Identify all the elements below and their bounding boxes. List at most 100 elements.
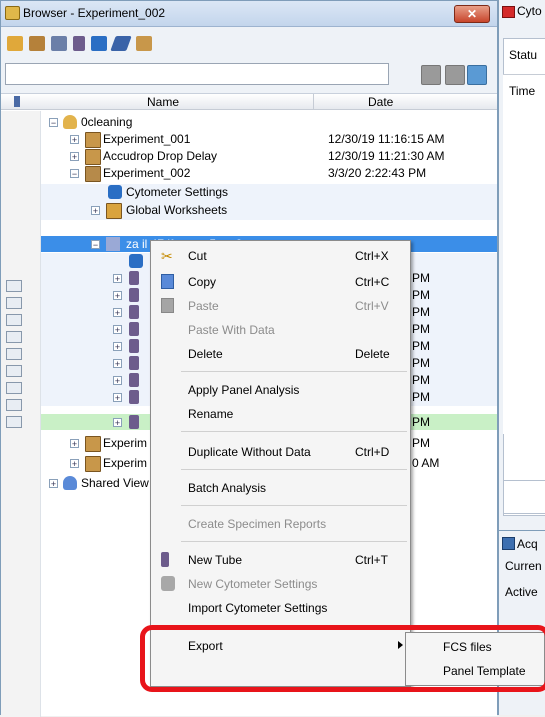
worksheet-icon[interactable] xyxy=(110,36,132,51)
row-status-icon[interactable] xyxy=(6,399,22,411)
menu-item-paste-with-data[interactable]: Paste With Data xyxy=(151,319,410,341)
tube-icon xyxy=(129,271,139,285)
acquisition-icon xyxy=(502,537,515,550)
expand-icon[interactable]: + xyxy=(113,325,122,335)
tube-icon xyxy=(129,415,139,429)
column-chooser-icon[interactable] xyxy=(14,96,20,107)
expand-icon[interactable]: + xyxy=(91,206,100,216)
worksheets-icon xyxy=(106,203,122,219)
row-status-icon[interactable] xyxy=(6,416,22,428)
toolbar xyxy=(1,28,497,58)
active-label: Active xyxy=(505,585,538,599)
new-settings-icon[interactable] xyxy=(91,36,107,51)
menu-item-apply-panel-analysis[interactable]: Apply Panel Analysis xyxy=(151,379,410,401)
scissors-icon: ✂ xyxy=(161,248,173,264)
menu-item-delete[interactable]: Delete Delete xyxy=(151,343,410,365)
experiment-icon xyxy=(85,132,101,148)
menu-separator xyxy=(181,541,407,542)
experiment-icon xyxy=(85,456,101,472)
context-menu: ✂ Cut Ctrl+X Copy Ctrl+C Paste Ctrl+V Pa… xyxy=(150,240,411,687)
cytometer-panel: Cyto Statu Time Acq Curren Active xyxy=(498,0,545,715)
row-status-icon[interactable] xyxy=(6,365,22,377)
filter-icon[interactable] xyxy=(445,65,465,85)
search-bar xyxy=(1,61,497,89)
row-status-icon[interactable] xyxy=(6,314,22,326)
search-input[interactable] xyxy=(5,63,389,85)
search-icon[interactable] xyxy=(421,65,441,85)
expand-icon[interactable]: + xyxy=(49,479,58,489)
collapse-icon[interactable]: − xyxy=(49,118,58,128)
expand-icon[interactable]: + xyxy=(113,274,122,284)
row-status-icon[interactable] xyxy=(6,297,22,309)
menu-separator xyxy=(181,505,407,506)
menu-item-rename[interactable]: Rename xyxy=(151,403,410,425)
expand-icon[interactable]: + xyxy=(70,152,79,162)
row-status-icon[interactable] xyxy=(6,382,22,394)
menu-item-create-specimen-reports[interactable]: Create Specimen Reports xyxy=(151,513,410,535)
expand-icon[interactable]: + xyxy=(70,135,79,145)
status-label: Statu xyxy=(509,48,538,62)
menu-item-copy[interactable]: Copy Ctrl+C xyxy=(151,271,410,293)
expand-icon[interactable]: + xyxy=(113,308,122,318)
column-name[interactable]: Name xyxy=(147,95,179,109)
menu-item-duplicate-without-data[interactable]: Duplicate Without Data Ctrl+D xyxy=(151,441,410,463)
menu-separator xyxy=(181,469,407,470)
tube-icon xyxy=(129,373,139,387)
expand-icon[interactable]: + xyxy=(70,459,79,469)
clear-search-icon[interactable] xyxy=(467,65,487,85)
acquisition-panel-title: Acq xyxy=(517,537,538,551)
cytometer-icon xyxy=(502,6,515,18)
cytometer-settings-icon xyxy=(161,576,175,591)
new-experiment-icon[interactable] xyxy=(29,36,45,51)
menu-item-new-tube[interactable]: New Tube Ctrl+T xyxy=(151,549,410,571)
cytometer-panel-title: Cyto xyxy=(517,4,542,18)
menu-item-paste[interactable]: Paste Ctrl+V xyxy=(151,295,410,317)
close-button[interactable]: ✕ xyxy=(454,5,490,23)
expand-icon[interactable]: + xyxy=(70,439,79,449)
menu-item-new-cytometer-settings[interactable]: New Cytometer Settings xyxy=(151,573,410,595)
expand-icon[interactable]: + xyxy=(113,393,122,403)
export-icon[interactable] xyxy=(136,36,152,51)
new-tube-icon[interactable] xyxy=(73,36,85,51)
experiment-icon xyxy=(85,149,101,165)
column-date[interactable]: Date xyxy=(368,95,393,109)
expand-icon[interactable]: + xyxy=(113,418,122,428)
expand-icon[interactable]: + xyxy=(113,376,122,386)
title-bar[interactable]: Browser - Experiment_002 ✕ xyxy=(1,1,497,27)
experiment-open-icon xyxy=(85,166,101,182)
tube-icon xyxy=(161,552,169,567)
expand-icon[interactable]: + xyxy=(113,342,122,352)
menu-item-cut[interactable]: ✂ Cut Ctrl+X xyxy=(151,245,410,267)
tube-icon xyxy=(129,356,139,370)
tree-item[interactable]: − Experiment_002 3/3/20 2:22:43 PM xyxy=(41,165,497,182)
status-box xyxy=(503,480,545,514)
menu-item-batch-analysis[interactable]: Batch Analysis xyxy=(151,477,410,499)
tube-icon xyxy=(129,322,139,336)
experiment-icon xyxy=(85,436,101,452)
time-column-header[interactable]: Time xyxy=(509,84,535,98)
tree-item[interactable]: + Global Worksheets xyxy=(41,202,497,219)
expand-icon[interactable]: + xyxy=(113,291,122,301)
row-status-icon[interactable] xyxy=(6,331,22,343)
tree-item[interactable]: + Accudrop Drop Delay 12/30/19 11:21:30 … xyxy=(41,148,497,165)
column-header: Name Date xyxy=(1,94,497,110)
expand-icon[interactable]: + xyxy=(113,359,122,369)
collapse-icon[interactable]: − xyxy=(91,240,100,250)
collapse-icon[interactable]: − xyxy=(70,169,79,179)
menu-separator xyxy=(181,371,407,372)
current-label: Curren xyxy=(505,559,542,573)
shared-view-icon xyxy=(63,476,77,490)
row-gutter xyxy=(1,111,41,717)
menu-item-import-cytometer-settings[interactable]: Import Cytometer Settings xyxy=(151,597,410,619)
paste-icon xyxy=(161,298,174,313)
tree-item[interactable]: Cytometer Settings xyxy=(41,184,497,201)
person-folder-icon xyxy=(63,115,77,129)
tube-icon xyxy=(129,390,139,404)
tree-item[interactable]: + Experiment_001 12/30/19 11:16:15 AM xyxy=(41,131,497,148)
tree-item[interactable]: − 0cleaning xyxy=(41,114,497,131)
new-specimen-icon[interactable] xyxy=(51,36,67,51)
row-status-icon[interactable] xyxy=(6,348,22,360)
row-status-icon[interactable] xyxy=(6,280,22,292)
tube-icon xyxy=(129,305,139,319)
new-folder-icon[interactable] xyxy=(7,36,23,51)
